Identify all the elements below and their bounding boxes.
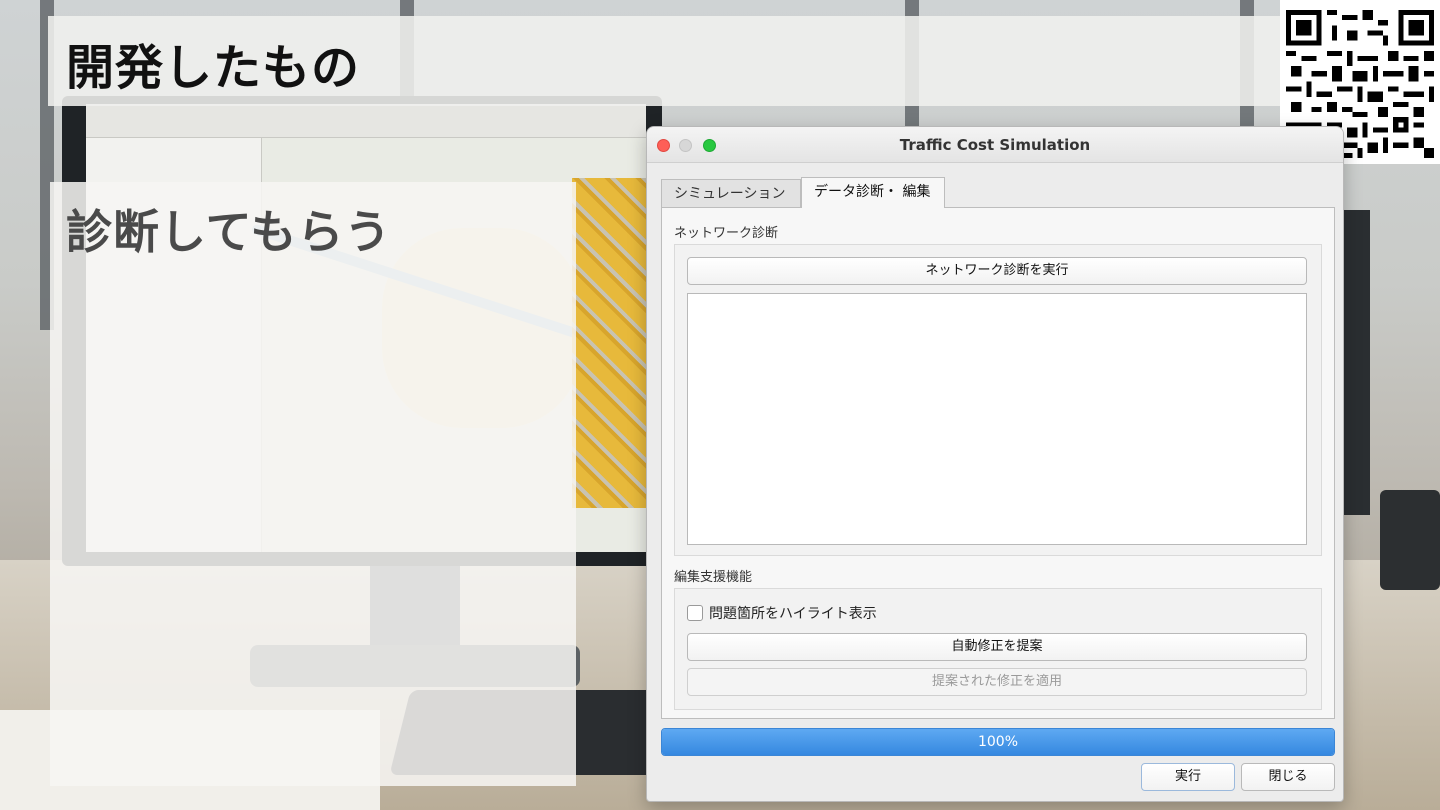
progress-text: 100% xyxy=(977,734,1019,750)
run-button[interactable]: 実行 xyxy=(1141,763,1235,791)
tab-simulation[interactable]: シミュレーション xyxy=(661,179,801,207)
edit-support-label: 編集支援機能 xyxy=(674,570,753,585)
tab-pane-data-diagnosis: ネットワーク診断 ネットワーク診断を実行 編集支援機能 問題箇所をハイライト表示… xyxy=(661,207,1335,719)
close-button[interactable]: 閉じる xyxy=(1241,763,1335,791)
window-title: Traffic Cost Simulation xyxy=(899,136,1091,154)
network-diagnosis-label: ネットワーク診断 xyxy=(674,226,779,241)
apply-suggested-fix-button[interactable]: 提案された修正を適用 xyxy=(687,668,1307,696)
simulation-dialog: Traffic Cost Simulation シミュレーション データ診断・ … xyxy=(646,126,1344,802)
content-panel xyxy=(50,182,576,786)
suggest-auto-fix-button[interactable]: 自動修正を提案 xyxy=(687,633,1307,661)
window-titlebar[interactable]: Traffic Cost Simulation xyxy=(647,127,1343,163)
slide-title: 開発したもの xyxy=(66,40,361,96)
tab-data-diagnosis-edit[interactable]: データ診断・ 編集 xyxy=(801,177,945,208)
checkbox-icon[interactable] xyxy=(687,605,703,621)
progress-bar: 100% xyxy=(661,728,1335,756)
edit-support-group: 問題箇所をハイライト表示 自動修正を提案 提案された修正を適用 xyxy=(674,588,1322,710)
highlight-issues-label: 問題箇所をハイライト表示 xyxy=(709,606,877,622)
run-network-diagnosis-button[interactable]: ネットワーク診断を実行 xyxy=(687,257,1307,285)
background-pen-cup xyxy=(1380,490,1440,590)
highlight-issues-option[interactable]: 問題箇所をハイライト表示 xyxy=(687,603,877,623)
network-diagnosis-group: ネットワーク診断を実行 xyxy=(674,244,1322,556)
slide-subtitle: 診断してもらう xyxy=(66,205,392,259)
diagnosis-output-area[interactable] xyxy=(687,293,1307,545)
